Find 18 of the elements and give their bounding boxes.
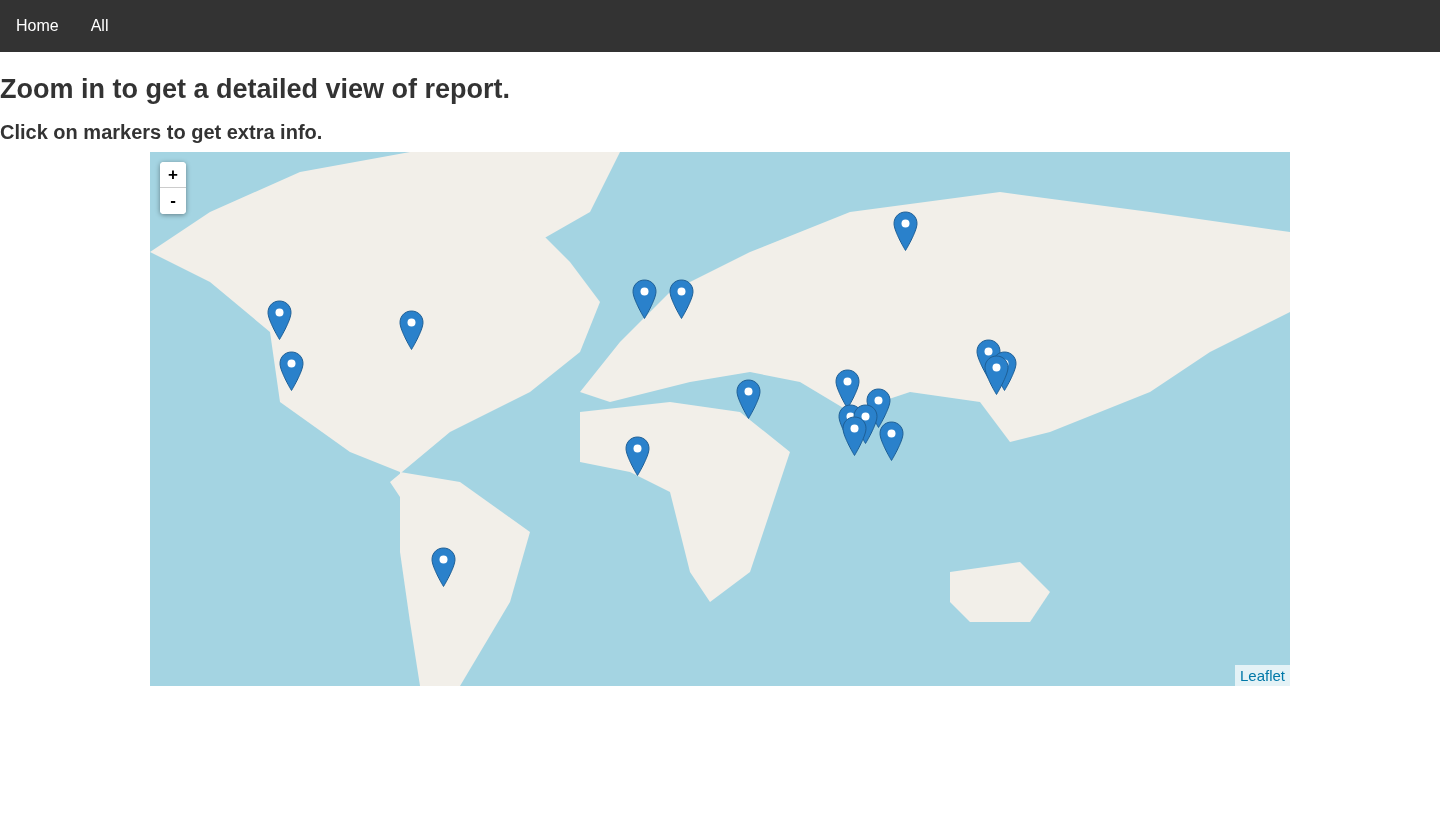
map-marker-icon[interactable] (892, 211, 918, 252)
attribution-link[interactable]: Leaflet (1234, 665, 1290, 686)
page-heading: Zoom in to get a detailed view of report. (0, 73, 512, 106)
map-marker-icon[interactable] (668, 279, 694, 320)
map-marker-icon[interactable] (735, 379, 761, 420)
marker-cluster-drawing[interactable] (975, 339, 1017, 396)
page-subheading: Click on markers to get extra info. (0, 120, 324, 144)
map-marker-icon[interactable] (631, 279, 657, 320)
nav-link[interactable]: All (74, 0, 125, 52)
zoom-in-button[interactable]: + (160, 162, 186, 188)
zoom-out-button[interactable]: - (160, 188, 186, 214)
map-marker-icon[interactable] (624, 436, 650, 477)
map-marker-icon[interactable] (266, 300, 292, 341)
map-marker-icon[interactable] (878, 421, 904, 462)
map-marker-icon[interactable] (278, 351, 304, 392)
map-marker-icon[interactable] (398, 310, 424, 351)
map-marker-icon[interactable] (430, 547, 456, 588)
nav-link[interactable]: Home (0, 0, 75, 52)
